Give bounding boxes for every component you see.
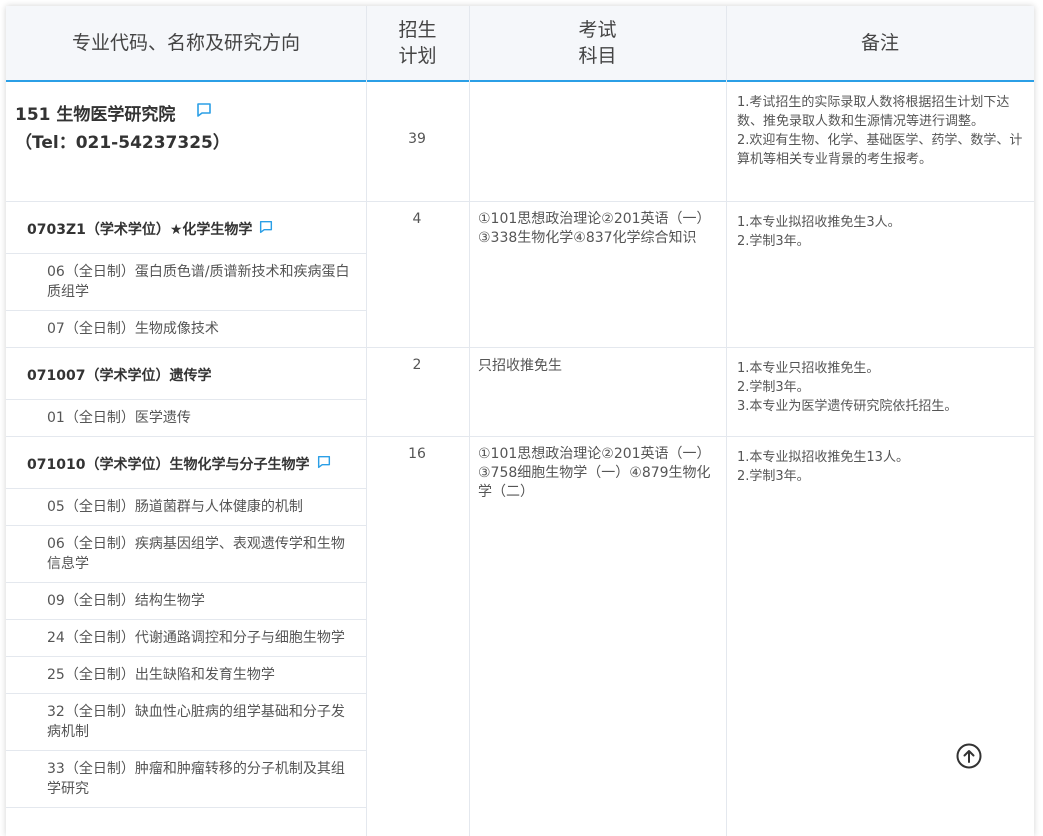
- note-line: 2.学制3年。: [737, 234, 810, 249]
- header-exam: 考试 科目: [469, 6, 726, 80]
- divider: [6, 347, 1034, 348]
- divider: [6, 619, 366, 620]
- note-line: 2.学制3年。: [737, 380, 810, 395]
- note-line: 1.考试招生的实际录取人数将根据招生计划下达数、推免录取人数和生源情况等进行调整…: [737, 95, 1010, 129]
- exam-line: ①101思想政治理论②201英语（一）: [478, 211, 711, 227]
- header-exam-line1: 考试: [578, 19, 617, 41]
- comment-icon[interactable]: [258, 219, 274, 235]
- note-line: 1.本专业拟招收推免生13人。: [737, 450, 909, 465]
- major-title: 071010（学术学位）生物化学与分子生物学: [27, 457, 310, 473]
- divider: [6, 201, 1034, 202]
- institute-name: 151 生物医学研究院: [15, 105, 176, 125]
- header-plan: 招生 计划: [366, 6, 469, 80]
- note-line: 1.本专业只招收推免生。: [737, 361, 880, 376]
- note-line: 2.欢迎有生物、化学、基础医学、药学、数学、计算机等相关专业背景的考生报考。: [737, 133, 1023, 167]
- divider: [726, 6, 727, 836]
- admissions-table: 专业代码、名称及研究方向 招生 计划 考试 科目 备注 151 生物医学研究院 …: [6, 6, 1034, 836]
- divider: [469, 6, 470, 836]
- direction-item[interactable]: 33（全日制）肿瘤和肿瘤转移的分子机制及其组学研究: [47, 759, 357, 799]
- divider: [6, 488, 366, 489]
- direction-item[interactable]: 01（全日制）医学遗传: [47, 408, 357, 428]
- table-header: 专业代码、名称及研究方向 招生 计划 考试 科目 备注: [6, 6, 1034, 82]
- divider: [6, 310, 366, 311]
- major-notes: 1.本专业拟招收推免生3人。 2.学制3年。: [737, 213, 1027, 251]
- direction-item[interactable]: 32（全日制）缺血性心脏病的组学基础和分子发病机制: [47, 702, 357, 742]
- comment-icon[interactable]: [195, 101, 213, 119]
- header-major: 专业代码、名称及研究方向: [71, 32, 300, 54]
- major-exam: ①101思想政治理论②201英语（一） ③338生物化学④837化学综合知识: [478, 210, 713, 248]
- divider: [6, 750, 366, 751]
- major-notes: 1.本专业拟招收推免生13人。 2.学制3年。: [737, 448, 1027, 486]
- header-plan-line1: 招生: [398, 19, 437, 41]
- major-title: 071007（学术学位）遗传学: [27, 368, 212, 384]
- direction-item[interactable]: 06（全日制）疾病基因组学、表观遗传学和生物信息学: [47, 534, 357, 574]
- direction-item[interactable]: 25（全日制）出生缺陷和发育生物学: [47, 665, 357, 685]
- header-plan-line2: 计划: [398, 45, 437, 67]
- direction-item[interactable]: 07（全日制）生物成像技术: [47, 319, 357, 339]
- divider: [6, 436, 1034, 437]
- divider: [6, 399, 366, 400]
- note-line: 3.本专业为医学遗传研究院依托招生。: [737, 399, 958, 414]
- note-line: 1.本专业拟招收推免生3人。: [737, 215, 901, 230]
- major-title: 0703Z1（学术学位）★化学生物学: [27, 222, 253, 238]
- institute-plan: 39: [408, 131, 426, 147]
- note-line: 2.学制3年。: [737, 469, 810, 484]
- divider: [6, 807, 366, 808]
- major-plan: 4: [412, 211, 422, 227]
- direction-item[interactable]: 06（全日制）蛋白质色谱/质谱新技术和疾病蛋白质组学: [47, 262, 357, 302]
- divider: [6, 525, 366, 526]
- arrow-up-circle-icon[interactable]: [956, 743, 982, 769]
- major-exam: ①101思想政治理论②201英语（一）③758细胞生物学（一）④879生物化学（…: [478, 445, 713, 502]
- major-plan: 16: [408, 446, 426, 462]
- comment-icon[interactable]: [316, 454, 332, 470]
- exam-line: ①101思想政治理论②201英语（一）③758细胞生物学（一）④879生物化学（…: [478, 446, 711, 500]
- major-plan: 2: [412, 357, 422, 373]
- major-exam: 只招收推免生: [478, 357, 713, 376]
- header-exam-line2: 科目: [578, 45, 617, 67]
- institute-notes: 1.考试招生的实际录取人数将根据招生计划下达数、推免录取人数和生源情况等进行调整…: [737, 93, 1027, 169]
- divider: [6, 656, 366, 657]
- exam-line: ③338生物化学④837化学综合知识: [478, 230, 697, 246]
- direction-item[interactable]: 24（全日制）代谢通路调控和分子与细胞生物学: [47, 628, 357, 648]
- divider: [6, 693, 366, 694]
- major-notes: 1.本专业只招收推免生。 2.学制3年。 3.本专业为医学遗传研究院依托招生。: [737, 359, 1027, 416]
- direction-item[interactable]: 09（全日制）结构生物学: [47, 591, 357, 611]
- divider: [6, 582, 366, 583]
- divider: [6, 253, 366, 254]
- institute-tel: （Tel：021-54237325）: [15, 133, 230, 153]
- exam-line: 只招收推免生: [478, 358, 562, 374]
- direction-item[interactable]: 05（全日制）肠道菌群与人体健康的机制: [47, 497, 357, 517]
- header-notes: 备注: [860, 32, 899, 54]
